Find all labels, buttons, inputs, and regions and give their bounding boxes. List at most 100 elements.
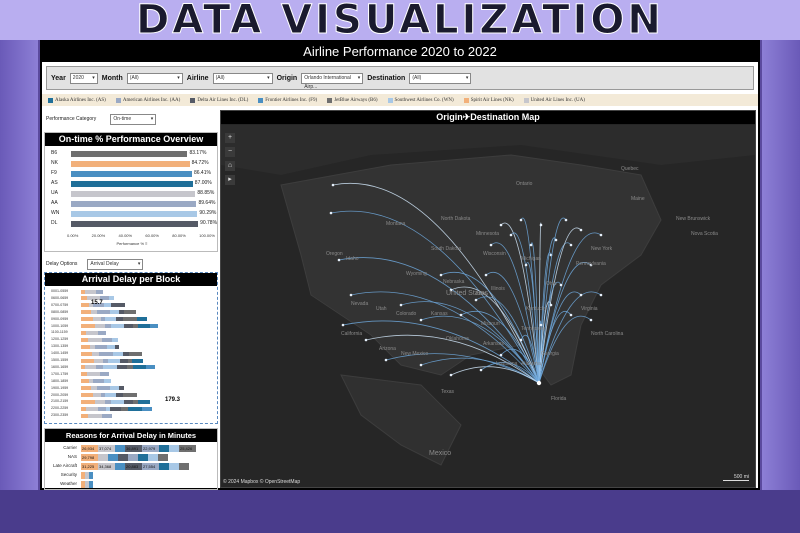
- delay-segment[interactable]: [81, 393, 93, 398]
- year-select[interactable]: 2020 ▾: [69, 72, 98, 84]
- legend-item[interactable]: Alaska Airlines Inc. (AS): [48, 97, 106, 103]
- delay-segment[interactable]: [81, 310, 91, 315]
- delay-segment[interactable]: [108, 358, 120, 363]
- delay-segment[interactable]: [81, 379, 89, 384]
- ontime-row[interactable]: WN 90.29%: [45, 210, 219, 217]
- ontime-row[interactable]: AS 87.00%: [45, 180, 219, 187]
- reason-segment[interactable]: 26,934: [81, 445, 98, 452]
- reason-segment[interactable]: [179, 463, 189, 470]
- delay-segment[interactable]: [112, 337, 118, 342]
- airline-select[interactable]: (All) ▾: [212, 72, 273, 84]
- delay-segment[interactable]: [104, 379, 111, 384]
- delay-segment[interactable]: [124, 399, 133, 404]
- legend-item[interactable]: Frontier Airlines Inc. (F9): [258, 97, 317, 103]
- reason-segment[interactable]: [138, 454, 148, 461]
- legend-item[interactable]: Southwest Airlines Co. (WN): [387, 97, 454, 103]
- origin-select[interactable]: Orlando International Airp... ▾: [301, 72, 364, 90]
- delay-row[interactable]: 2300-2359: [45, 413, 217, 418]
- ontime-row[interactable]: DL 90.78%: [45, 220, 219, 227]
- delay-segment[interactable]: [100, 372, 109, 377]
- reason-segment[interactable]: 20,883: [125, 463, 142, 470]
- reason-segment[interactable]: 37,074: [98, 445, 115, 452]
- delay-segment[interactable]: [123, 393, 137, 398]
- delay-segment[interactable]: [124, 310, 136, 315]
- ontime-row[interactable]: NK 84.72%: [45, 160, 219, 167]
- delay-segment[interactable]: [81, 337, 88, 342]
- delay-segment[interactable]: [86, 330, 98, 335]
- delay-row[interactable]: 0700-0759: [45, 303, 217, 308]
- delay-segment[interactable]: [102, 413, 112, 418]
- delay-segment[interactable]: [113, 351, 123, 356]
- reason-segment[interactable]: 27,554: [142, 463, 159, 470]
- delay-segment[interactable]: [120, 358, 128, 363]
- delay-segment[interactable]: [128, 406, 142, 411]
- delay-segment[interactable]: [105, 393, 116, 398]
- delay-segment[interactable]: [123, 317, 137, 322]
- delay-segment[interactable]: [93, 317, 101, 322]
- reason-segment[interactable]: 31,225: [81, 463, 98, 470]
- legend-item[interactable]: American Airlines Inc. (AA): [115, 97, 180, 103]
- delay-segment[interactable]: [107, 344, 115, 349]
- reason-segment[interactable]: [108, 454, 118, 461]
- delay-row[interactable]: 1900-1959: [45, 386, 217, 391]
- route-map[interactable]: Origin✈Destination Map Montana North Dako…: [220, 110, 756, 488]
- delay-segment[interactable]: [94, 358, 103, 363]
- delay-segment[interactable]: [86, 406, 98, 411]
- reason-segment[interactable]: [148, 454, 158, 461]
- delay-segment[interactable]: [150, 324, 158, 329]
- delay-segment[interactable]: [137, 317, 147, 322]
- delay-segment[interactable]: [105, 317, 116, 322]
- delay-row[interactable]: 0800-0859: [45, 310, 217, 315]
- destination-select[interactable]: (All) ▾: [409, 72, 472, 84]
- delay-segment[interactable]: [138, 399, 150, 404]
- ontime-bar[interactable]: [71, 211, 198, 217]
- legend-item[interactable]: United Air Lines Inc. (UA): [523, 97, 585, 103]
- reason-segment[interactable]: [98, 454, 108, 461]
- delay-row[interactable]: 1500-1559: [45, 358, 217, 363]
- delay-segment[interactable]: [81, 303, 89, 308]
- delay-segment[interactable]: [85, 365, 96, 370]
- reason-segment[interactable]: [159, 463, 169, 470]
- delay-segment[interactable]: [96, 365, 103, 370]
- delay-segment[interactable]: [138, 324, 150, 329]
- delay-row[interactable]: 1800-1859: [45, 379, 217, 384]
- ontime-row[interactable]: B6 83.17%: [45, 150, 219, 157]
- delay-segment[interactable]: [85, 289, 96, 294]
- delay-row[interactable]: 1400-1459: [45, 351, 217, 356]
- reason-row[interactable]: Security: [45, 472, 217, 480]
- delay-row[interactable]: 2100-2159: [45, 399, 217, 404]
- delay-row[interactable]: 2200-2259: [45, 406, 217, 411]
- delay-segment[interactable]: [81, 324, 95, 329]
- delay-row[interactable]: 1000-1059: [45, 324, 217, 329]
- reason-segment[interactable]: [169, 463, 179, 470]
- delay-segment[interactable]: [110, 310, 119, 315]
- ontime-bar[interactable]: [71, 171, 192, 177]
- legend-item[interactable]: Delta Air Lines Inc. (DL): [190, 97, 248, 103]
- delay-row[interactable]: 1200-1259: [45, 337, 217, 342]
- delay-row[interactable]: 2000-2059: [45, 393, 217, 398]
- reason-segment[interactable]: [89, 472, 93, 479]
- delay-row[interactable]: 0001-0559: [45, 289, 217, 294]
- zoom-in-button[interactable]: +: [225, 133, 235, 143]
- delay-segment[interactable]: [115, 344, 119, 349]
- delay-segment[interactable]: [129, 351, 142, 356]
- delay-segment[interactable]: [142, 406, 152, 411]
- performance-category-select[interactable]: On-time ▾: [110, 113, 157, 125]
- ontime-bar[interactable]: [71, 181, 193, 187]
- delay-segment[interactable]: [121, 406, 128, 411]
- map-canvas[interactable]: Montana North Dakota Minnesota South Dakota…: [221, 125, 755, 488]
- reason-segment[interactable]: 36,891: [125, 445, 142, 452]
- delay-segment[interactable]: [109, 296, 114, 301]
- reason-segment[interactable]: [115, 463, 125, 470]
- zoom-out-button[interactable]: −: [225, 147, 235, 157]
- delay-segment[interactable]: [104, 303, 111, 308]
- delay-segment[interactable]: [81, 344, 90, 349]
- expand-button[interactable]: ▸: [225, 175, 235, 185]
- reason-segment[interactable]: [159, 445, 169, 452]
- delay-segment[interactable]: [95, 399, 105, 404]
- ontime-bar[interactable]: [71, 221, 199, 227]
- legend-item[interactable]: JetBlue Airways (B6): [327, 97, 378, 103]
- delay-row[interactable]: 1700-1759: [45, 372, 217, 377]
- legend-item[interactable]: Spirit Air Lines (NK): [463, 97, 514, 103]
- reason-segment[interactable]: 29,798: [81, 454, 98, 461]
